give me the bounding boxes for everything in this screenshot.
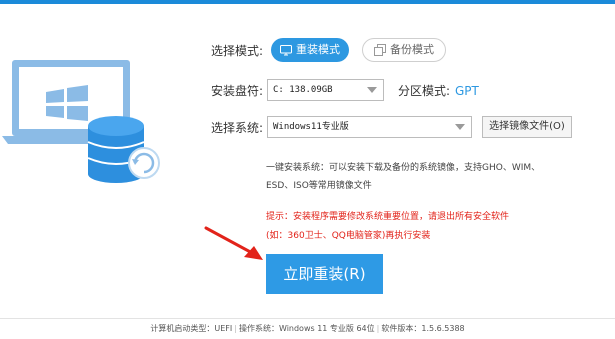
laptop-database-illustration xyxy=(2,60,160,183)
drive-select[interactable]: C: 138.09GB xyxy=(267,79,384,101)
boot-type-label: 计算机启动类型： xyxy=(150,324,215,333)
drive-label: 安装盘符: xyxy=(211,84,264,98)
system-label: 选择系统: xyxy=(211,121,264,135)
info-line-1: 一键安装系统：可以安装下载及备份的系统镜像，支持GHO、WIM、 xyxy=(266,163,541,173)
boot-type-value: UEFI xyxy=(214,324,233,333)
status-bar: 计算机启动类型：UEFI | 操作系统：Windows 11 专业版 64位 | 软件版… xyxy=(150,324,465,333)
os-label: 操作系统： xyxy=(238,324,279,333)
mode-label: 选择模式: xyxy=(211,44,264,58)
partition-mode-label: 分区模式: xyxy=(398,84,451,98)
backup-mode-button[interactable]: 备份模式 xyxy=(362,38,446,62)
red-arrow-icon xyxy=(204,226,263,260)
partition-mode-value: GPT xyxy=(455,84,479,98)
system-select-value: Windows11专业版 xyxy=(273,122,349,132)
version-label: 软件版本： xyxy=(381,324,422,333)
os-value: Windows 11 专业版 64位 xyxy=(278,324,375,333)
backup-mode-label: 备份模式 xyxy=(390,43,434,56)
info-line-2: ESD、ISO等常用镜像文件 xyxy=(266,181,372,191)
system-select[interactable]: Windows11专业版 xyxy=(267,116,472,138)
reinstall-mode-label: 重装模式 xyxy=(296,43,340,56)
reinstall-now-button[interactable]: 立即重装(R) xyxy=(266,254,383,294)
warning-tip-line-1: 提示：安装程序需要修改系统重要位置，请退出所有安全软件 xyxy=(266,212,510,222)
chevron-down-icon xyxy=(367,87,377,93)
top-accent-bar xyxy=(0,0,615,4)
copy-icon xyxy=(374,44,386,56)
browse-image-button[interactable]: 选择镜像文件(O) xyxy=(482,116,572,138)
monitor-icon xyxy=(280,44,292,55)
chevron-down-icon xyxy=(455,124,465,130)
version-value: 1.5.6.5388 xyxy=(421,324,465,333)
warning-tip-line-2: (如：360卫士、QQ电脑管家)再执行安装 xyxy=(266,231,431,241)
drive-select-value: C: 138.09GB xyxy=(273,85,333,95)
reinstall-mode-button[interactable]: 重装模式 xyxy=(271,38,349,62)
